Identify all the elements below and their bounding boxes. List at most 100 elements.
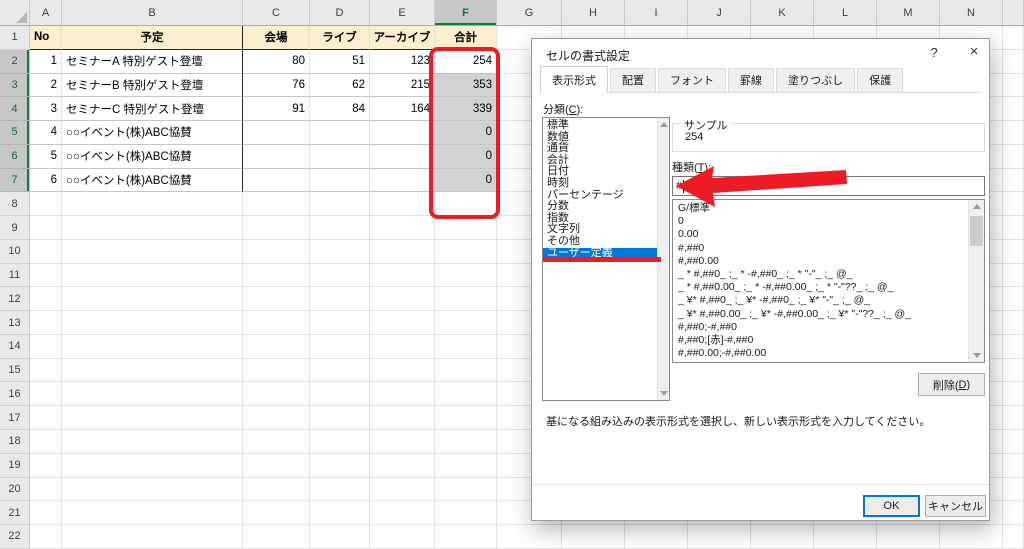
cell-E11[interactable] — [370, 264, 435, 288]
cell-B18[interactable] — [62, 430, 243, 454]
cell-C3[interactable]: 76 — [243, 74, 310, 98]
tab-fill[interactable]: 塗りつぶし — [776, 68, 855, 92]
cell-A10[interactable] — [30, 240, 62, 264]
cell-B4[interactable]: セミナーC 特別ゲスト登壇 — [62, 97, 243, 121]
format-list-scrollbar[interactable] — [968, 200, 984, 362]
cell-C9[interactable] — [243, 216, 310, 240]
cell-A8[interactable] — [30, 192, 62, 216]
column-header-N[interactable]: N — [940, 0, 1003, 26]
cell-C19[interactable] — [243, 454, 310, 478]
column-header-B[interactable]: B — [62, 0, 243, 26]
cell-D8[interactable] — [310, 192, 370, 216]
cell-A4[interactable]: 3 — [30, 97, 62, 121]
cell-overflow[interactable] — [1003, 525, 1024, 549]
cell-C21[interactable] — [243, 501, 310, 525]
row-header-1[interactable]: 1 — [0, 26, 30, 50]
cell-D5[interactable] — [310, 121, 370, 145]
cell-overflow[interactable] — [1003, 169, 1024, 193]
cell-B17[interactable] — [62, 406, 243, 430]
tab-protection[interactable]: 保護 — [857, 68, 903, 92]
row-header-4[interactable]: 4 — [0, 97, 30, 121]
row-header-10[interactable]: 10 — [0, 240, 30, 264]
cell-A17[interactable] — [30, 406, 62, 430]
cell-F9[interactable] — [435, 216, 497, 240]
cell-overflow[interactable] — [1003, 50, 1024, 74]
cell-A20[interactable] — [30, 478, 62, 502]
row-header-22[interactable]: 22 — [0, 525, 30, 549]
cell-E3[interactable]: 215 — [370, 74, 435, 98]
cell-E14[interactable] — [370, 335, 435, 359]
column-header-A[interactable]: A — [30, 0, 62, 26]
cell-F22[interactable] — [435, 525, 497, 549]
cell-B12[interactable] — [62, 287, 243, 311]
cell-B11[interactable] — [62, 264, 243, 288]
cell-D3[interactable]: 62 — [310, 74, 370, 98]
row-header-12[interactable]: 12 — [0, 287, 30, 311]
cell-D17[interactable] — [310, 406, 370, 430]
row-header-2[interactable]: 2 — [0, 50, 30, 74]
cell-M22[interactable] — [877, 525, 940, 549]
cell-D9[interactable] — [310, 216, 370, 240]
cell-overflow[interactable] — [1003, 74, 1024, 98]
cell-B15[interactable] — [62, 359, 243, 383]
cell-A21[interactable] — [30, 501, 62, 525]
cell-F20[interactable] — [435, 478, 497, 502]
cell-E10[interactable] — [370, 240, 435, 264]
column-header-partial[interactable] — [1003, 0, 1024, 26]
cell-C20[interactable] — [243, 478, 310, 502]
column-header-D[interactable]: D — [310, 0, 370, 26]
select-all-corner[interactable] — [0, 0, 30, 26]
cell-C17[interactable] — [243, 406, 310, 430]
cell-D6[interactable] — [310, 145, 370, 169]
cell-C4[interactable]: 91 — [243, 97, 310, 121]
cell-H22[interactable] — [562, 525, 625, 549]
format-code-item[interactable]: 0 — [673, 215, 984, 228]
cell-A9[interactable] — [30, 216, 62, 240]
cell-N22[interactable] — [940, 525, 1003, 549]
cell-B5[interactable]: ○○イベント(株)ABC協賛 — [62, 121, 243, 145]
cell-C22[interactable] — [243, 525, 310, 549]
cell-B20[interactable] — [62, 478, 243, 502]
cell-B7[interactable]: ○○イベント(株)ABC協賛 — [62, 169, 243, 193]
cell-E17[interactable] — [370, 406, 435, 430]
cell-D22[interactable] — [310, 525, 370, 549]
cell-E16[interactable] — [370, 382, 435, 406]
format-code-item[interactable]: _ * #,##0_ ;_ * -#,##0_ ;_ * "-"_ ;_ @_ — [673, 268, 984, 281]
cell-D16[interactable] — [310, 382, 370, 406]
format-code-item[interactable]: #,##0 — [673, 242, 984, 255]
cell-overflow[interactable] — [1003, 430, 1024, 454]
row-header-19[interactable]: 19 — [0, 454, 30, 478]
cell-C7[interactable] — [243, 169, 310, 193]
cell-A7[interactable]: 6 — [30, 169, 62, 193]
cell-F12[interactable] — [435, 287, 497, 311]
format-code-item[interactable]: 0.00 — [673, 228, 984, 241]
cell-E6[interactable] — [370, 145, 435, 169]
cell-B6[interactable]: ○○イベント(株)ABC協賛 — [62, 145, 243, 169]
row-header-13[interactable]: 13 — [0, 311, 30, 335]
column-header-C[interactable]: C — [243, 0, 310, 26]
cell-overflow[interactable] — [1003, 145, 1024, 169]
cell-overflow[interactable] — [1003, 97, 1024, 121]
cell-A2[interactable]: 1 — [30, 50, 62, 74]
cell-E20[interactable] — [370, 478, 435, 502]
column-header-H[interactable]: H — [562, 0, 625, 26]
cell-B14[interactable] — [62, 335, 243, 359]
row-header-7[interactable]: 7 — [0, 169, 30, 193]
scroll-up-icon[interactable] — [973, 204, 981, 209]
scrollbar-thumb[interactable] — [970, 216, 983, 246]
row-header-9[interactable]: 9 — [0, 216, 30, 240]
cell-C11[interactable] — [243, 264, 310, 288]
cell-B9[interactable] — [62, 216, 243, 240]
cell-A13[interactable] — [30, 311, 62, 335]
cell-F11[interactable] — [435, 264, 497, 288]
row-header-6[interactable]: 6 — [0, 145, 30, 169]
cell-B22[interactable] — [62, 525, 243, 549]
cell-overflow[interactable] — [1003, 192, 1024, 216]
close-icon[interactable]: × — [964, 43, 984, 63]
cell-E1[interactable]: アーカイブ — [370, 26, 435, 50]
row-header-5[interactable]: 5 — [0, 121, 30, 145]
cell-G22[interactable] — [497, 525, 562, 549]
row-header-20[interactable]: 20 — [0, 478, 30, 502]
cell-C10[interactable] — [243, 240, 310, 264]
cell-D20[interactable] — [310, 478, 370, 502]
